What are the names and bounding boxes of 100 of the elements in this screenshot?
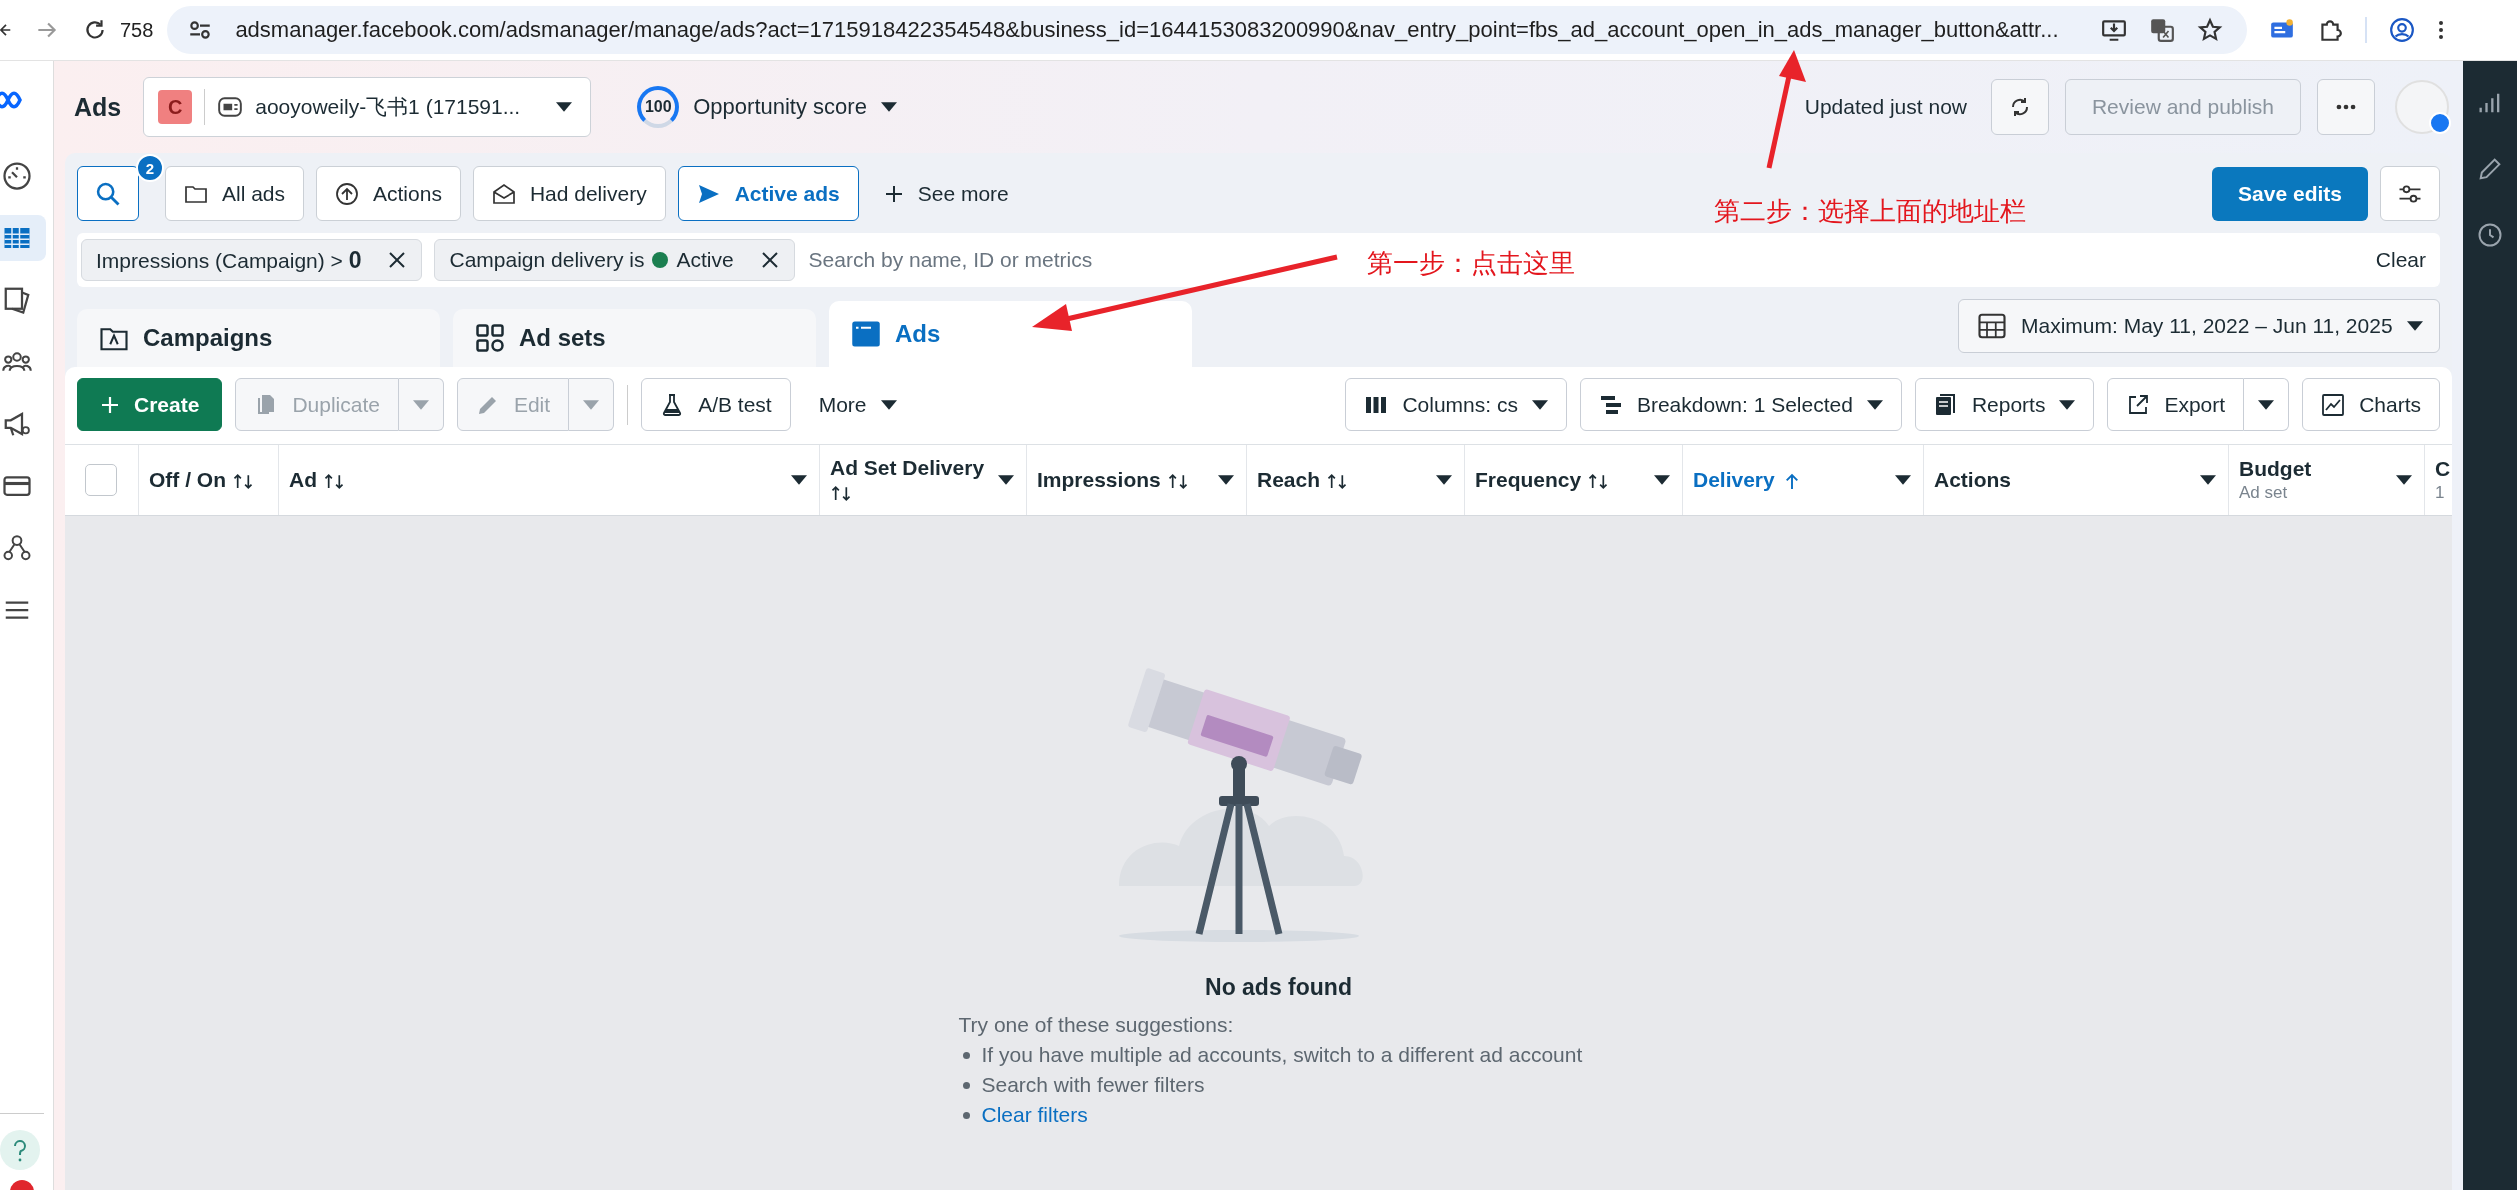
profile-icon[interactable] [2389,17,2416,43]
save-edits-button[interactable]: Save edits [2212,166,2368,221]
create-button[interactable]: Create [77,378,223,431]
column-header[interactable]: Frequency [1465,445,1683,515]
caret-icon[interactable] [998,475,1014,485]
clear-link[interactable]: Clear [2375,248,2426,272]
caret-icon[interactable] [1895,475,1911,485]
star-icon[interactable] [2197,17,2224,43]
caret-icon[interactable] [1654,475,1670,485]
level-tab[interactable]: Ads [829,301,1192,367]
sort-icon [231,472,254,490]
export-icon [2126,392,2151,417]
clock-icon[interactable] [2476,221,2504,249]
bullet-icon [962,1051,970,1059]
envelope-icon [491,181,516,206]
caret-icon [2258,399,2275,410]
opportunity-score-menu[interactable]: 100 Opportunity score [637,86,897,128]
annotation-text: 第二步：选择上面的地址栏 [1714,195,2026,228]
clear-filters-link[interactable]: Clear filters [981,1103,1088,1127]
caret-icon [1531,399,1548,410]
see-more-button[interactable]: See more [870,166,1022,221]
search-button[interactable] [77,166,139,221]
sort-icon [1587,472,1610,490]
tab-count: 758 [120,18,154,42]
column-header[interactable]: Actions [1924,445,2229,515]
toolbar-button[interactable]: Export [2107,378,2245,431]
empty-state-text: Try one of these suggestions: [958,1013,1235,1037]
column-header[interactable]: Ad [279,445,820,515]
empty-state-title: No ads found [1205,974,1352,1001]
toolbar-button[interactable]: Columns: cs [1345,378,1567,431]
window-icon [851,319,881,349]
help-icon[interactable] [0,1130,40,1170]
filter-count-badge: 2 [136,154,164,182]
plus-icon [883,183,904,204]
quick-filter-button[interactable]: All ads [165,166,305,221]
url-text: adsmanager.facebook.com/adsmanager/manage/ads?act=1715918422354548&business_id=1644153083200990&nav_entry_point=fbs_ad_account_open_in_ads_manager_button&attr... [235,17,2060,43]
translate-icon[interactable] [2149,17,2176,43]
plus-icon [100,394,120,415]
quick-filter-button[interactable]: Had delivery [472,166,666,221]
profile-avatar[interactable] [2395,80,2449,134]
account-selector[interactable]: C aooyoweily-飞书1 (171591... [143,77,592,137]
caret-icon [412,399,429,410]
sort-icon [830,484,852,502]
sort-icon [1325,472,1348,490]
account-name: aooyoweily-飞书1 (171591... [255,94,522,120]
gauge-icon [2,161,32,191]
filter-chip-label: Impressions (Campaign) > 0 [96,246,362,274]
dropdown-button[interactable] [2244,378,2290,431]
more-icon [2336,104,2356,110]
level-tab[interactable]: Campaigns [77,309,440,367]
opportunity-score-label: Opportunity score [693,94,867,120]
search-field[interactable]: Search by name, ID or metrics [806,247,1291,273]
score-badge: 100 [637,86,680,128]
pencil-icon[interactable] [2476,155,2504,183]
toolbar-button[interactable]: A/B test [641,378,791,431]
column-header[interactable]: Impressions [1027,445,1247,515]
sort-icon [1166,472,1189,490]
page-title: Ads [74,92,122,122]
network-icon [2,533,32,563]
chart-icon [2321,392,2346,417]
caret-icon[interactable] [1218,475,1234,485]
caret-icon[interactable] [1436,475,1452,485]
bullet-icon [962,1081,970,1089]
level-tab[interactable]: Ad sets [453,309,816,367]
filter-chip[interactable]: Impressions (Campaign) > 0 [81,239,423,281]
settings-button[interactable] [2380,166,2440,221]
select-all-checkbox[interactable] [84,464,117,496]
caret-icon[interactable] [2200,475,2216,485]
refresh-button[interactable] [1991,79,2049,135]
column-header[interactable]: Delivery [1683,445,1924,515]
column-header[interactable]: Budget Ad set [2229,445,2425,515]
filter-chip[interactable]: Campaign delivery is Active [434,239,795,281]
caret-icon [880,399,897,410]
toolbar-button[interactable]: Breakdown: 1 Selected [1579,378,1902,431]
calendar-icon [1977,311,2007,341]
caret-icon [583,399,600,410]
caret-icon[interactable] [2396,475,2412,485]
caret-icon [1866,399,1883,410]
close-icon[interactable] [387,250,408,270]
nav-item[interactable] [0,215,46,261]
megaphone-icon [2,409,32,439]
caret-icon [880,102,897,112]
quick-filter-button[interactable]: Actions [316,166,461,221]
caret-icon [2406,321,2423,331]
column-header[interactable]: Off / On [139,445,279,515]
column-header[interactable]: Ad Set Delivery [820,445,1027,515]
bullet-icon [962,1111,970,1119]
address-bar[interactable]: adsmanager.facebook.com/adsmanager/manage/ads?act=1715918422354548&business_id=1644153083200990&nav_entry_point=fbs_ad_account_open_in_ads_manager_button&attr... [167,6,2248,54]
caret-icon [556,102,573,112]
date-range-picker[interactable]: Maximum: May 11, 2022 – Jun 11, 2025 [1958,299,2440,353]
toolbar-button[interactable]: Reports [1914,378,2095,431]
caret-icon [2059,399,2076,410]
caret-icon[interactable] [791,475,807,485]
install-icon[interactable] [2101,17,2128,43]
column-header[interactable]: Reach [1247,445,1465,515]
suggestion-text: Search with fewer filters [981,1073,1205,1097]
toolbar-button[interactable]: Charts [2302,378,2440,431]
ad-account-icon [217,94,244,120]
quick-filter-button[interactable]: Active ads [677,166,859,221]
close-icon[interactable] [759,250,780,270]
